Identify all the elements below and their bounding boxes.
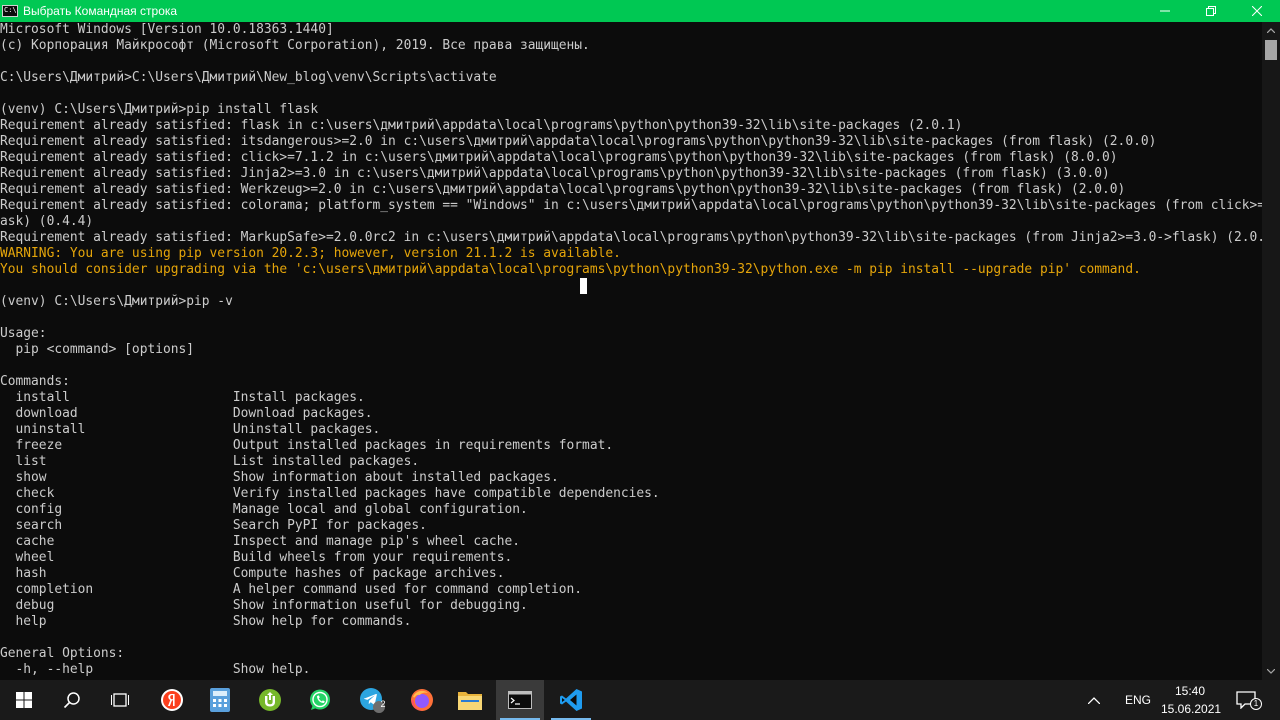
console-line: (c) Корпорация Майкрософт (Microsoft Cor…	[0, 38, 590, 53]
restore-button[interactable]	[1188, 0, 1234, 22]
scroll-up-button[interactable]	[1262, 22, 1280, 39]
vscode-icon	[560, 689, 582, 711]
command-prompt-button[interactable]	[496, 680, 544, 720]
taskbar: 2 ENG 15:40 15.06.2021 1	[0, 680, 1280, 720]
console-line: You should consider upgrading via the 'c…	[0, 262, 1141, 277]
command-prompt-window[interactable]: C:\ Выбрать Командная строка Microsoft W…	[0, 0, 1280, 680]
console-line: show Show information about installed pa…	[0, 470, 559, 485]
action-center-button[interactable]: 1	[1226, 680, 1266, 720]
text-cursor	[580, 278, 587, 294]
console-line: -h, --help Show help.	[0, 662, 311, 677]
console-line: (venv) C:\Users\Дмитрий>pip install flas…	[0, 102, 319, 117]
search-icon	[63, 692, 80, 709]
minimize-button[interactable]	[1142, 0, 1188, 22]
clock-date[interactable]: 15.06.2021	[1161, 702, 1221, 716]
scrollbar-thumb[interactable]	[1265, 40, 1277, 60]
minimize-icon	[1160, 10, 1170, 12]
console-line: General Options:	[0, 646, 125, 661]
folder-icon	[458, 692, 482, 710]
console-line: debug Show information useful for debugg…	[0, 598, 528, 613]
whatsapp-button[interactable]	[296, 680, 344, 720]
close-button[interactable]	[1234, 0, 1280, 22]
console-line: WARNING: You are using pip version 20.2.…	[0, 246, 621, 261]
console-line: Requirement already satisfied: colorama;…	[0, 198, 1262, 213]
calculator-icon	[210, 688, 230, 712]
file-explorer-button[interactable]	[446, 680, 494, 720]
clock-time[interactable]: 15:40	[1175, 684, 1205, 698]
console-line: wheel Build wheels from your requirement…	[0, 550, 513, 565]
console-line: (venv) C:\Users\Дмитрий>pip -v	[0, 294, 233, 309]
utorrent-button[interactable]	[246, 680, 294, 720]
console-line: Requirement already satisfied: itsdanger…	[0, 134, 1157, 149]
console-line: Requirement already satisfied: click>=7.…	[0, 150, 1118, 165]
console-line: completion A helper command used for com…	[0, 582, 583, 597]
console-line: Requirement already satisfied: MarkupSaf…	[0, 230, 1262, 245]
start-button[interactable]	[0, 680, 48, 720]
firefox-button[interactable]	[398, 680, 446, 720]
window-controls	[1142, 0, 1280, 22]
console-line: ask) (0.4.4)	[0, 214, 94, 229]
console-line: search Search PyPI for packages.	[0, 518, 427, 533]
vertical-scrollbar[interactable]	[1262, 22, 1280, 680]
console-line: C:\Users\Дмитрий>C:\Users\Дмитрий\New_bl…	[0, 70, 497, 85]
notification-count: 1	[1250, 698, 1262, 710]
whatsapp-icon	[310, 689, 330, 710]
yandex-browser-button[interactable]	[148, 680, 196, 720]
console-line: freeze Output installed packages in requ…	[0, 438, 614, 453]
console-line: uninstall Uninstall packages.	[0, 422, 381, 437]
task-view-button[interactable]	[96, 680, 144, 720]
language-indicator[interactable]: ENG	[1125, 693, 1151, 707]
console-line: config Manage local and global configura…	[0, 502, 528, 517]
console-line: list List installed packages.	[0, 454, 420, 469]
vscode-button[interactable]	[547, 680, 595, 720]
windows-logo-icon	[16, 692, 32, 708]
chevron-up-icon	[1088, 696, 1100, 704]
console-line: pip <command> [options]	[0, 342, 195, 357]
yandex-icon	[161, 689, 183, 711]
show-hidden-icons-button[interactable]	[1082, 680, 1106, 720]
task-view-icon	[111, 693, 129, 707]
restore-icon	[1206, 6, 1216, 16]
telegram-badge: 2	[380, 699, 386, 709]
cmd-icon	[508, 691, 532, 709]
console-line: check Verify installed packages have com…	[0, 486, 660, 501]
console-line: Commands:	[0, 374, 70, 389]
console-line: cache Inspect and manage pip's wheel cac…	[0, 534, 520, 549]
console-line: Microsoft Windows [Version 10.0.18363.14…	[0, 22, 334, 37]
firefox-icon	[411, 689, 433, 711]
title-bar[interactable]: C:\ Выбрать Командная строка	[0, 0, 1280, 22]
utorrent-icon	[259, 689, 281, 711]
console-line: download Download packages.	[0, 406, 373, 421]
console-line: hash Compute hashes of package archives.	[0, 566, 505, 581]
close-icon	[1252, 6, 1262, 16]
chevron-up-icon	[1267, 28, 1275, 33]
console-line: help Show help for commands.	[0, 614, 412, 629]
console-line: install Install packages.	[0, 390, 365, 405]
chevron-down-icon	[1267, 669, 1275, 674]
calculator-button[interactable]	[196, 680, 244, 720]
scroll-down-button[interactable]	[1262, 663, 1280, 680]
console-line: Requirement already satisfied: flask in …	[0, 118, 963, 133]
console-line: Requirement already satisfied: Werkzeug>…	[0, 182, 1126, 197]
window-title: Выбрать Командная строка	[23, 4, 178, 18]
console-line: Usage:	[0, 326, 47, 341]
cmd-app-icon: C:\	[2, 5, 18, 17]
console-line: Requirement already satisfied: Jinja2>=3…	[0, 166, 1110, 181]
telegram-button[interactable]: 2	[348, 680, 396, 720]
search-button[interactable]	[48, 680, 96, 720]
console-output[interactable]: Microsoft Windows [Version 10.0.18363.14…	[0, 22, 1262, 680]
